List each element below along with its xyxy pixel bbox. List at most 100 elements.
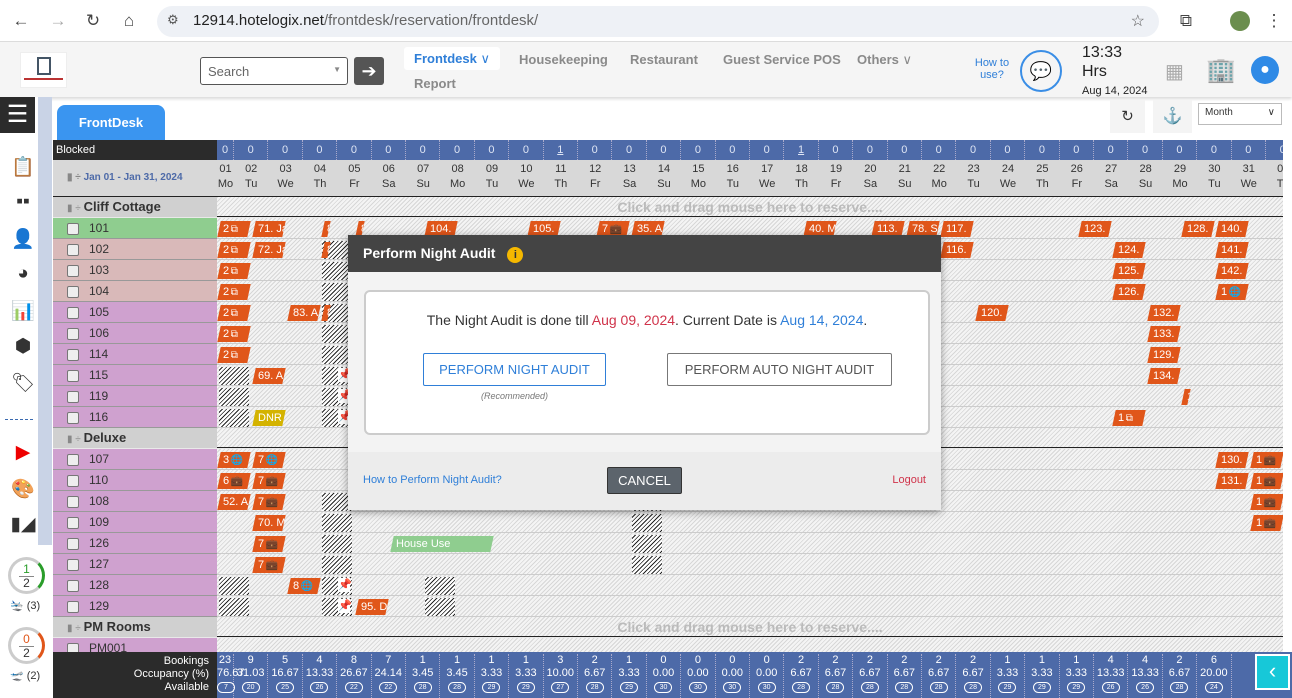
booking-tag[interactable]: 7 💼 — [252, 494, 286, 510]
room-cells[interactable] — [217, 638, 1283, 652]
booking-tag[interactable]: 2 ⧉ — [217, 221, 251, 237]
room-number[interactable]: 109 — [89, 515, 109, 529]
group-stats-icon[interactable]: ▮ ÷ — [67, 203, 84, 214]
perform-night-audit-button[interactable]: PERFORM NIGHT AUDIT — [423, 353, 606, 386]
booking-tag[interactable]: 83. A — [286, 305, 321, 321]
bookings-count[interactable]: 1 — [991, 654, 1024, 667]
blocked-cell[interactable] — [631, 535, 662, 553]
reserve-hint[interactable]: Click and drag mouse here to reserve.... — [217, 197, 1283, 217]
blocked-cell[interactable] — [425, 577, 456, 595]
bookings-count[interactable]: 2 — [578, 654, 611, 667]
blocked-cell[interactable] — [219, 598, 249, 616]
booking-tag[interactable]: 7 💼 — [252, 473, 286, 489]
occupancy-ring[interactable]: 12 — [8, 557, 45, 594]
back-icon[interactable]: ← — [10, 10, 32, 32]
profile-avatar[interactable] — [1230, 11, 1250, 31]
room-checkbox[interactable] — [67, 264, 79, 277]
booking-tag[interactable]: House Use — [390, 536, 494, 552]
room-number[interactable]: 106 — [89, 326, 109, 340]
tab-frontdesk[interactable]: FrontDesk — [57, 105, 165, 141]
forward-icon[interactable]: → — [47, 10, 69, 32]
chat-icon[interactable]: 💬 — [1020, 50, 1062, 92]
palette-icon[interactable]: 🎨 — [10, 477, 36, 503]
booking-tag[interactable]: 7 🌐 — [252, 452, 286, 468]
blocked-cell[interactable] — [219, 388, 249, 406]
room-number[interactable]: 127 — [89, 557, 109, 571]
reload-icon[interactable]: ↻ — [82, 10, 104, 32]
housekeeping-icon[interactable]: ▮◢ — [10, 513, 36, 539]
site-info-icon[interactable]: ⚙ — [167, 12, 179, 28]
booking-tag[interactable]: 3 🌐 — [217, 452, 251, 468]
booking-tag[interactable]: 1 💼 — [1250, 452, 1283, 468]
nav-restaurant[interactable]: Restaurant — [630, 52, 698, 67]
info-icon[interactable]: i — [507, 247, 524, 263]
bookings-count[interactable]: 0 — [647, 654, 680, 667]
address-bar[interactable]: ⚙ 12914.hotelogix.net/frontdesk/reservat… — [157, 6, 1159, 37]
room-cells[interactable] — [217, 575, 1283, 596]
booking-tag[interactable]: 125. — [1112, 263, 1146, 279]
blocked-cell[interactable] — [322, 556, 352, 574]
logout-link[interactable]: Logout — [892, 474, 926, 486]
booking-tag[interactable]: 6 💼 — [217, 473, 251, 489]
blocked-cell[interactable] — [322, 514, 352, 532]
bookings-count[interactable]: 2 — [956, 654, 989, 667]
dropdown-caret-icon[interactable]: ▼ — [333, 65, 341, 74]
booking-tag[interactable]: 133. — [1146, 326, 1181, 342]
room-checkbox[interactable] — [67, 558, 79, 571]
date-range-label[interactable]: ▮ ÷ Jan 01 - Jan 31, 2024 — [67, 172, 183, 183]
booking-tag[interactable]: 2 ⧉ — [217, 347, 251, 363]
room-number[interactable]: 104 — [89, 284, 109, 298]
pin-icon[interactable]: 📌 — [338, 578, 352, 592]
booking-tag[interactable]: 129. — [1146, 347, 1181, 363]
view-select[interactable]: Month ∨ — [1198, 103, 1282, 125]
booking-tag[interactable]: 142. — [1215, 263, 1250, 279]
bookings-count[interactable]: 1 — [406, 654, 439, 667]
booking-tag[interactable]: 95. D — [355, 599, 390, 615]
bookings-count[interactable]: 6 — [1197, 654, 1230, 667]
room-number[interactable]: 116 — [89, 410, 108, 424]
browser-menu-icon[interactable]: ⋮ — [1263, 10, 1285, 32]
booking-tag[interactable]: 2 ⧉ — [217, 263, 251, 279]
arrivals-count[interactable]: 🛫 (2) — [10, 669, 40, 682]
booking-tag[interactable]: 70. M — [252, 515, 286, 531]
bookings-count[interactable]: 3 — [544, 654, 577, 667]
booking-tag[interactable]: 124. — [1112, 242, 1146, 258]
room-cells[interactable] — [217, 512, 1283, 533]
user-profile-icon[interactable]: ● — [1251, 56, 1279, 84]
nav-guest-service-pos[interactable]: Guest Service POS — [723, 52, 841, 67]
room-number[interactable]: 107 — [89, 452, 109, 466]
room-number[interactable]: 129 — [89, 599, 109, 613]
room-checkbox[interactable] — [67, 348, 79, 361]
cancel-button[interactable]: CANCEL — [607, 467, 682, 494]
refresh-button[interactable]: ↻ — [1110, 100, 1145, 133]
booking-tag[interactable]: DNR — [252, 410, 286, 426]
room-checkbox[interactable] — [67, 642, 79, 652]
bookings-count[interactable]: 2 — [1163, 654, 1196, 667]
room-checkbox[interactable] — [67, 369, 79, 382]
booking-tag[interactable]: 1 ⧉ — [1112, 410, 1146, 426]
booking-tag[interactable]: 1 💼 — [1250, 473, 1283, 489]
room-checkbox[interactable] — [67, 579, 79, 592]
room-checkbox[interactable] — [67, 411, 79, 424]
room-number[interactable]: 114 — [89, 347, 108, 361]
room-checkbox[interactable] — [67, 495, 79, 508]
room-checkbox[interactable] — [67, 222, 79, 235]
booking-tag[interactable]: 131. — [1215, 473, 1250, 489]
bookings-count[interactable]: 7 — [372, 654, 405, 667]
guest-user-icon[interactable]: 👤 — [10, 227, 36, 253]
room-number[interactable]: PM001 — [89, 641, 127, 652]
hotel-building-icon[interactable]: 🏢 — [1206, 56, 1236, 85]
booking-tag[interactable]: 52. A — [217, 494, 251, 510]
search-input[interactable]: Search ▼ — [200, 57, 348, 85]
room-checkbox[interactable] — [67, 516, 79, 529]
bookings-count[interactable]: 1 — [1060, 654, 1093, 667]
blocked-cell[interactable] — [219, 409, 249, 427]
bookings-count[interactable]: 1 — [1025, 654, 1058, 667]
booking-tag[interactable]: 117. — [940, 221, 974, 237]
booking-tag[interactable]: 7 💼 — [252, 536, 286, 552]
perform-auto-night-audit-button[interactable]: PERFORM AUTO NIGHT AUDIT — [667, 353, 892, 386]
bookings-count[interactable]: 2 — [853, 654, 886, 667]
room-number[interactable]: 119 — [89, 389, 108, 403]
bookings-count[interactable]: 2 — [784, 654, 817, 667]
bookings-count[interactable]: 2 — [888, 654, 921, 667]
